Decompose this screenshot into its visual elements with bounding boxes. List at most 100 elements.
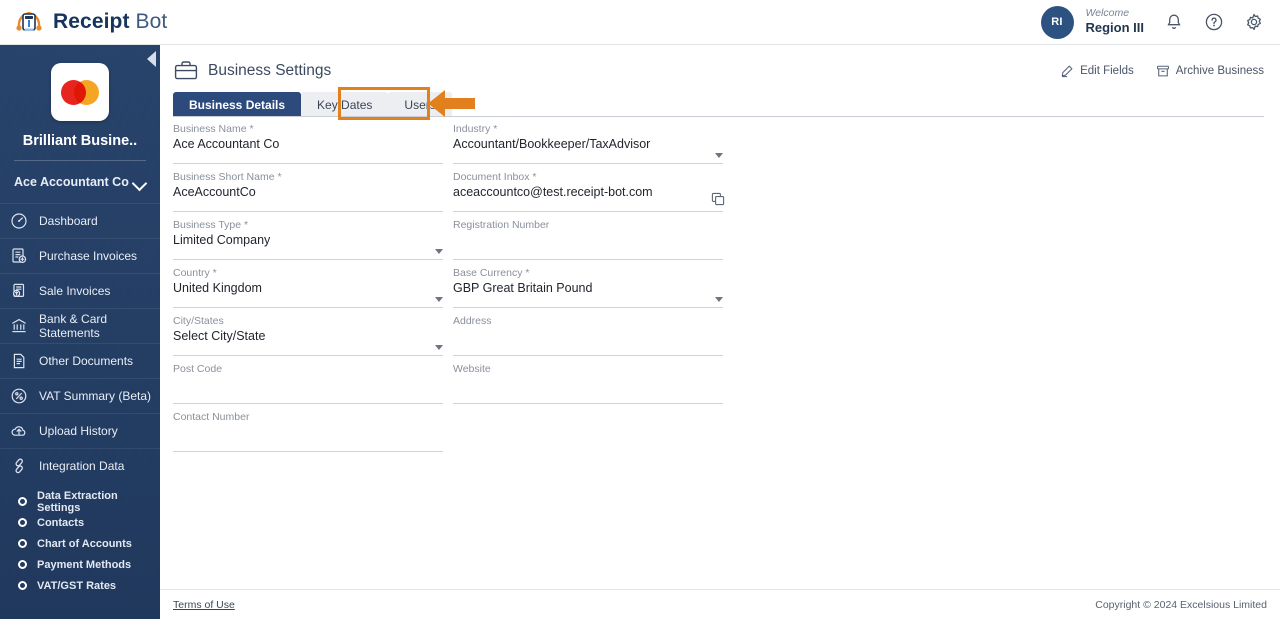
sidebar-subitem-payment-methods[interactable]: Payment Methods	[0, 554, 160, 575]
field-label: Business Short Name *	[173, 171, 282, 183]
notification-bell-icon[interactable]	[1164, 12, 1184, 32]
sidebar-item-label: Bank & Card Statements	[39, 312, 108, 340]
field-underline	[453, 355, 723, 356]
sidebar-subitem-label: VAT/GST Rates	[37, 579, 117, 592]
field-label: Base Currency *	[453, 267, 530, 279]
field-underline	[173, 451, 443, 452]
field-underline	[173, 307, 443, 308]
industry-select[interactable]: Industry * Accountant/Bookkeeper/TaxAdvi…	[453, 123, 733, 171]
field-underline	[453, 163, 723, 164]
tab-bar: Business Details Key Dates Users	[160, 88, 1280, 117]
chevron-down-icon[interactable]	[715, 297, 723, 302]
website-field[interactable]: Website	[453, 363, 733, 411]
terms-of-use-link[interactable]: Terms of Use	[173, 599, 235, 611]
sidebar-item-bank-card-statements[interactable]: Bank & Card Statements	[0, 308, 160, 343]
settings-gear-icon[interactable]	[1244, 12, 1264, 32]
mastercard-logo-icon	[51, 63, 109, 121]
tab-key-dates[interactable]: Key Dates	[301, 92, 389, 117]
copy-icon[interactable]	[711, 192, 725, 206]
field-underline	[453, 211, 723, 212]
sidebar-item-sale-invoices[interactable]: Sale Invoices	[0, 273, 160, 308]
field-underline	[173, 259, 443, 260]
field-value: AceAccountCo	[173, 185, 256, 199]
sidebar-item-integration-data[interactable]: Integration Data	[0, 448, 160, 483]
sidebar-item-upload-history[interactable]: Upload History	[0, 413, 160, 448]
sidebar-subitem-label: Contacts	[37, 516, 85, 529]
sidebar-item-dashboard[interactable]: Dashboard	[0, 203, 160, 238]
bank-icon	[10, 317, 28, 335]
field-label: Registration Number	[453, 219, 550, 231]
post-code-field[interactable]: Post Code	[173, 363, 453, 411]
brand-title: Receipt Bot	[53, 10, 167, 34]
briefcase-icon	[173, 58, 199, 84]
sidebar-item-purchase-invoices[interactable]: Purchase Invoices	[0, 238, 160, 273]
business-type-select[interactable]: Business Type * Limited Company	[173, 219, 453, 267]
account-switcher-label: Ace Accountant Co	[14, 175, 129, 189]
help-icon[interactable]	[1204, 12, 1224, 32]
registration-number-field[interactable]: Registration Number	[453, 219, 733, 267]
field-value: United Kingdom	[173, 281, 262, 295]
brand-logo-area[interactable]: Receipt Bot	[14, 7, 167, 37]
field-label: Country *	[173, 267, 217, 279]
field-label: Post Code	[173, 363, 223, 375]
page-header: Business Settings Edit Fields Archive Bu…	[160, 45, 1280, 85]
field-underline	[173, 163, 443, 164]
sidebar-item-label: Purchase Invoices	[39, 249, 138, 263]
field-label: Website	[453, 363, 491, 375]
contact-number-field[interactable]: Contact Number	[173, 411, 453, 459]
chevron-down-icon[interactable]	[435, 345, 443, 350]
field-underline	[173, 211, 443, 212]
tab-users[interactable]: Users	[388, 92, 452, 117]
field-label: City/States	[173, 315, 224, 327]
sidebar-subitem-vat-gst-rates[interactable]: VAT/GST Rates	[0, 575, 160, 596]
circle-bullet-icon	[18, 539, 27, 548]
avatar[interactable]: RI	[1040, 5, 1074, 39]
circle-bullet-icon	[18, 581, 27, 590]
document-inbox-field[interactable]: Document Inbox * aceaccountco@test.recei…	[453, 171, 733, 219]
sidebar-item-label: Upload History	[39, 424, 118, 438]
sidebar-subitem-data-extraction-settings[interactable]: Data Extraction Settings	[0, 489, 160, 514]
sidebar-subitem-contacts[interactable]: Contacts	[0, 512, 160, 533]
page-header-actions: Edit Fields Archive Business	[1060, 64, 1264, 78]
chevron-down-icon	[134, 178, 146, 186]
chevron-down-icon[interactable]	[715, 153, 723, 158]
tab-business-details[interactable]: Business Details	[173, 92, 302, 117]
sidebar-subitem-chart-of-accounts[interactable]: Chart of Accounts	[0, 533, 160, 554]
field-label: Business Name *	[173, 123, 254, 135]
sidebar-subitem-label: Data Extraction Settings	[37, 489, 118, 514]
field-underline	[453, 403, 723, 404]
chevron-down-icon[interactable]	[435, 297, 443, 302]
sidebar-business-name: Brilliant Busine..	[22, 133, 138, 149]
field-value: Accountant/Bookkeeper/TaxAdvisor	[453, 137, 651, 151]
field-label: Industry *	[453, 123, 498, 135]
top-navigation-bar: Receipt Bot RI Welcome Region III	[0, 0, 1280, 45]
chevron-down-icon[interactable]	[435, 249, 443, 254]
copyright-text: Copyright © 2024 Excelsious Limited	[1095, 598, 1267, 611]
base-currency-select[interactable]: Base Currency * GBP Great Britain Pound	[453, 267, 733, 315]
main-content: Business Settings Edit Fields Archive Bu…	[160, 45, 1280, 619]
circle-bullet-icon	[18, 497, 27, 506]
address-field[interactable]: Address	[453, 315, 733, 363]
city-state-select[interactable]: City/States Select City/State	[173, 315, 453, 363]
archive-box-icon	[1156, 65, 1169, 76]
sidebar-item-label: Sale Invoices	[39, 284, 111, 298]
sidebar-item-label: Other Documents	[39, 354, 134, 368]
archive-business-button[interactable]: Archive Business	[1156, 64, 1264, 78]
business-short-name-field[interactable]: Business Short Name * AceAccountCo	[173, 171, 453, 219]
field-underline	[173, 403, 443, 404]
sidebar-subitem-label: Chart of Accounts	[37, 537, 132, 550]
account-switcher[interactable]: Ace Accountant Co	[0, 161, 160, 203]
business-name-field[interactable]: Business Name * Ace Accountant Co	[173, 123, 453, 171]
field-label: Contact Number	[173, 411, 250, 423]
sidebar-content: Brilliant Busine.. Ace Accountant Co Das…	[0, 45, 160, 596]
sidebar-item-vat-summary[interactable]: VAT Summary (Beta)	[0, 378, 160, 413]
edit-fields-button[interactable]: Edit Fields	[1060, 64, 1134, 78]
field-value: aceaccountco@test.receipt-bot.com	[453, 185, 653, 199]
field-value: Limited Company	[173, 233, 271, 247]
field-value: GBP Great Britain Pound	[453, 281, 593, 295]
sidebar-item-label: Dashboard	[39, 214, 98, 228]
collapse-left-icon[interactable]	[144, 50, 158, 68]
field-value: Ace Accountant Co	[173, 137, 280, 151]
country-select[interactable]: Country * United Kingdom	[173, 267, 453, 315]
sidebar-item-other-documents[interactable]: Other Documents	[0, 343, 160, 378]
